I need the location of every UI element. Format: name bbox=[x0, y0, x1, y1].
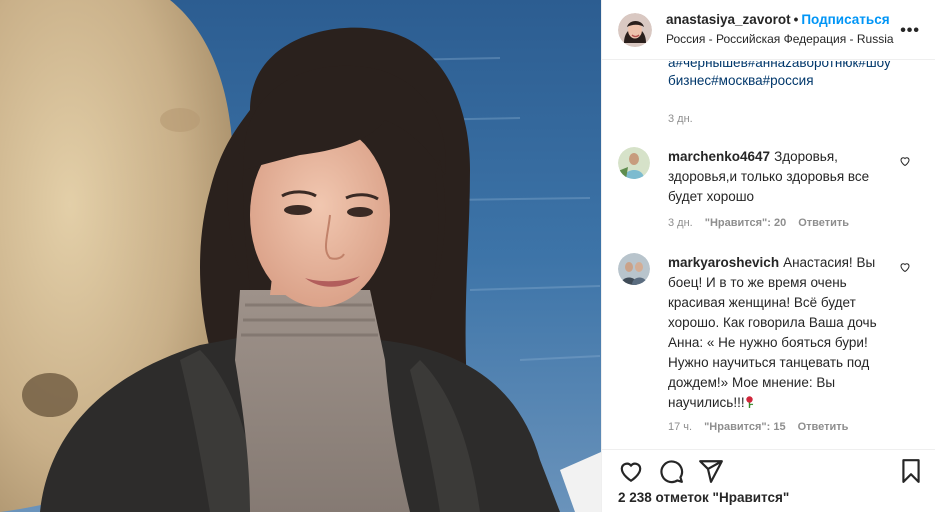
reply-button[interactable]: Ответить bbox=[798, 217, 849, 229]
like-comment-heart-icon[interactable] bbox=[899, 155, 911, 167]
likes-count[interactable]: 2 238 отметок "Нравится" bbox=[618, 490, 789, 505]
comment-item: markyaroshevich Анастасия! Вы боец! И в т… bbox=[618, 253, 923, 443]
heart-icon[interactable] bbox=[618, 458, 644, 484]
comment-time[interactable]: 3 дн. bbox=[668, 217, 693, 229]
reply-button[interactable]: Ответить bbox=[798, 421, 849, 433]
post-actions-bar bbox=[602, 449, 935, 489]
hashtags-line-2[interactable]: бизнес#москва#россия bbox=[668, 72, 913, 90]
commenter-avatar[interactable] bbox=[618, 253, 650, 285]
comment-text: Анастасия! Вы боец! И в то же время очен… bbox=[668, 255, 877, 410]
post-header: anastasiya_zavorot • Подписаться Россия - … bbox=[602, 0, 935, 60]
like-comment-heart-icon[interactable] bbox=[899, 261, 911, 273]
share-icon[interactable] bbox=[698, 458, 724, 484]
commenter-username[interactable]: markyaroshevich bbox=[668, 255, 779, 270]
post-photo[interactable] bbox=[0, 0, 601, 512]
comment-footer: 3 дн. "Нравится": 20 Ответить bbox=[668, 217, 861, 229]
post-details-panel: anastasiya_zavorot • Подписаться Россия - … bbox=[601, 0, 935, 512]
separator-dot: • bbox=[793, 12, 799, 27]
more-icon[interactable]: ••• bbox=[900, 22, 920, 40]
comments-scroll-area[interactable]: а#чернышев#аннazaворотнюк#шоу бизнес#мос… bbox=[602, 61, 935, 449]
location-link[interactable]: Россия - Российская Федерация - Russia bbox=[666, 31, 894, 48]
comment-footer: 17 ч. "Нравится": 15 Ответить bbox=[668, 421, 860, 433]
avatar[interactable] bbox=[618, 12, 652, 47]
comment-likes[interactable]: "Нравится": 15 bbox=[704, 421, 785, 433]
hashtags-line-1[interactable]: а#чернышев#аннazaворотнюк#шоу bbox=[668, 61, 913, 72]
comment-item: marchenko4647 Здоровья, здоровья,и только… bbox=[618, 147, 923, 237]
username-link[interactable]: anastasiya_zavorot bbox=[666, 12, 791, 27]
follow-button[interactable]: Подписаться bbox=[801, 12, 889, 27]
rose-emoji-icon bbox=[745, 396, 753, 408]
comment-likes[interactable]: "Нравится": 20 bbox=[705, 217, 786, 229]
comment-time[interactable]: 17 ч. bbox=[668, 421, 692, 433]
commenter-avatar[interactable] bbox=[618, 147, 650, 179]
photo-woman-portrait bbox=[0, 0, 601, 512]
caption-hashtags: а#чернышев#аннazaворотнюк#шоу бизнес#мос… bbox=[668, 61, 913, 90]
commenter-username[interactable]: marchenko4647 bbox=[668, 149, 770, 164]
bookmark-icon[interactable] bbox=[898, 458, 924, 484]
comment-icon[interactable] bbox=[658, 458, 684, 484]
caption-timestamp[interactable]: 3 дн. bbox=[668, 113, 693, 125]
